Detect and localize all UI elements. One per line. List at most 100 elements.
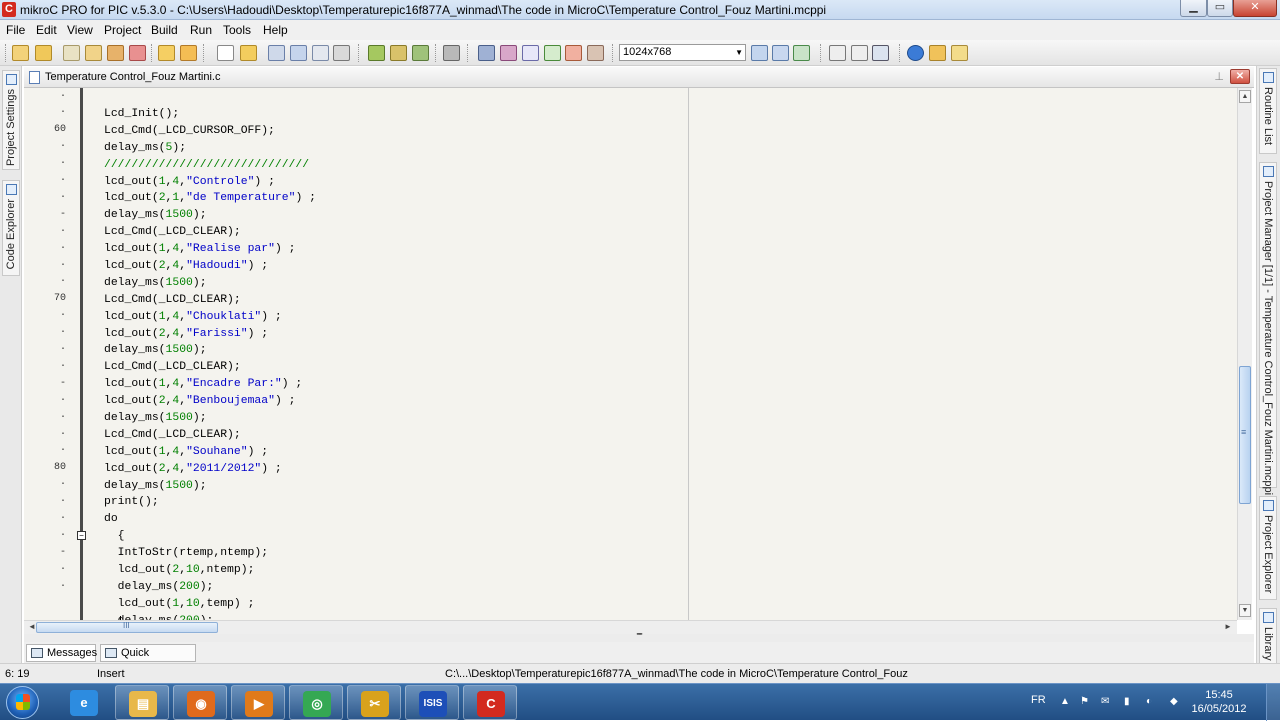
close-document-button[interactable]: ✕	[1230, 69, 1250, 84]
code-line[interactable]: lcd_out(1,4,"Encadre Par:") ;	[104, 376, 316, 393]
action-center-icon[interactable]: ⚑	[1080, 696, 1089, 707]
pin-icon[interactable]: ⊥	[1214, 70, 1224, 83]
taskbar-firefox-button[interactable]: ◉	[173, 685, 227, 720]
new-project-icon[interactable]	[12, 45, 29, 61]
code-line[interactable]: lcd_out(2,4,"Benboujemaa") ;	[104, 393, 316, 410]
document-tab-title[interactable]: Temperature Control_Fouz Martini.c	[45, 71, 220, 83]
help-arrow-icon[interactable]	[544, 45, 561, 61]
show-desktop-button[interactable]	[1266, 684, 1280, 721]
key-icon[interactable]	[929, 45, 946, 61]
code-line[interactable]: delay_ms(1500);	[104, 207, 316, 224]
vertical-scrollbar[interactable]: ▲ ≡ ▼	[1237, 88, 1252, 620]
tab-project-explorer[interactable]: Project Explorer	[1259, 496, 1277, 600]
network-icon[interactable]: ✉	[1101, 696, 1109, 707]
signal-icon[interactable]: ▮	[1124, 696, 1130, 707]
volume-icon[interactable]: ◐	[1146, 696, 1152, 707]
menu-run[interactable]: Run	[190, 23, 212, 37]
close-button[interactable]: ✕	[1233, 0, 1277, 17]
start-button[interactable]	[6, 686, 39, 719]
scroll-down-arrow-icon[interactable]: ▼	[1239, 604, 1251, 617]
tab-routine-list[interactable]: Routine List	[1259, 68, 1277, 154]
menu-file[interactable]: File	[6, 23, 25, 37]
menu-edit[interactable]: Edit	[36, 23, 57, 37]
code-line[interactable]: Lcd_Cmd(_LCD_CLEAR);	[104, 224, 316, 241]
tab-library[interactable]: Library	[1259, 608, 1277, 668]
code-line[interactable]: Lcd_Cmd(_LCD_CLEAR);	[104, 292, 316, 309]
remove-file-icon[interactable]	[180, 45, 197, 61]
language-indicator[interactable]: FR	[1031, 694, 1046, 706]
code-line[interactable]: delay_ms(200);	[104, 579, 316, 596]
add-file-icon[interactable]	[158, 45, 175, 61]
horizontal-scroll-thumb[interactable]: III	[36, 621, 218, 633]
code-line[interactable]: lcd_out(2,10,ntemp);	[104, 562, 316, 579]
code-line[interactable]: delay_ms(1500);	[104, 478, 316, 495]
code-line[interactable]: do	[104, 511, 316, 528]
help-icon[interactable]	[907, 45, 924, 61]
code-line[interactable]: Lcd_Cmd(_LCD_CURSOR_OFF);	[104, 123, 316, 140]
menu-project[interactable]: Project	[104, 23, 141, 37]
code-line[interactable]: lcd_out(2,4,"2011/2012") ;	[104, 461, 316, 478]
code-text[interactable]: Lcd_Init(); Lcd_Cmd(_LCD_CURSOR_OFF); dela…	[104, 106, 316, 620]
build-icon[interactable]	[368, 45, 385, 61]
statistics-icon[interactable]	[872, 45, 889, 61]
clock[interactable]: 15:45 16/05/2012	[1190, 688, 1248, 716]
taskbar-file-explorer-button[interactable]: ▤	[115, 685, 169, 720]
scroll-up-arrow-icon[interactable]: ▲	[1239, 90, 1251, 103]
code-line[interactable]: delay_ms(1500);	[104, 410, 316, 427]
new-file-icon[interactable]	[217, 45, 234, 61]
panel-splitter[interactable]: ''''''''''	[24, 633, 1254, 642]
taskbar-isis-button[interactable]: ISIS	[405, 685, 459, 720]
show-hidden-icons-icon[interactable]: ▲	[1060, 696, 1070, 707]
taskbar-mikroc-button[interactable]: C	[463, 685, 517, 720]
maximize-button[interactable]: ▭	[1207, 0, 1233, 17]
edit-project-icon[interactable]	[85, 45, 102, 61]
italic-text-icon[interactable]	[851, 45, 868, 61]
tab-quick-converter[interactable]: Quick Converter	[100, 644, 196, 675]
title-bar[interactable]: C mikroC PRO for PIC v.5.3.0 - C:\Users\…	[0, 0, 1280, 20]
menu-build[interactable]: Build	[151, 23, 178, 37]
code-line[interactable]: delay_ms(200);	[104, 613, 316, 620]
remove-icon[interactable]	[129, 45, 146, 61]
code-line[interactable]: lcd_out(2,1,"de Temperature") ;	[104, 190, 316, 207]
tab-messages[interactable]: Messages	[26, 644, 97, 662]
format-text-icon[interactable]	[829, 45, 846, 61]
programmer-icon[interactable]	[443, 45, 460, 61]
print-icon[interactable]	[333, 45, 350, 61]
code-line[interactable]: lcd_out(1,4,"Realise par") ;	[104, 241, 316, 258]
fold-toggle-icon[interactable]: −	[77, 531, 86, 540]
tools-icon[interactable]	[565, 45, 582, 61]
options-icon[interactable]	[587, 45, 604, 61]
seven-segment-icon[interactable]	[522, 45, 539, 61]
code-line[interactable]: //////////////////////////////	[104, 157, 316, 174]
open-project-icon[interactable]	[35, 45, 52, 61]
code-line[interactable]: delay_ms(1500);	[104, 342, 316, 359]
code-editor[interactable]: · · 60 · · · · - · · · · 70 · · · · - · · · · 80 · · · · - · · − Lcd_…	[24, 88, 1237, 620]
layout-delete-icon[interactable]	[793, 45, 810, 61]
scroll-right-arrow-icon[interactable]: ►	[1224, 622, 1232, 631]
taskbar-chrome-button[interactable]: ◎	[289, 685, 343, 720]
code-line[interactable]: Lcd_Init();	[104, 106, 316, 123]
chevron-down-icon[interactable]: ▼	[735, 45, 743, 60]
taskbar-media-player-button[interactable]: ▶	[231, 685, 285, 720]
tray-app-icon[interactable]: ◆	[1170, 696, 1178, 707]
code-line[interactable]: print();	[104, 494, 316, 511]
layout-save-icon[interactable]	[772, 45, 789, 61]
save-project-icon[interactable]	[63, 45, 80, 61]
code-line[interactable]: lcd_out(1,4,"Souhane") ;	[104, 444, 316, 461]
layout-icon[interactable]	[751, 45, 768, 61]
save-as-icon[interactable]	[312, 45, 329, 61]
close-project-icon[interactable]	[107, 45, 124, 61]
horizontal-scrollbar[interactable]: ◄ III ►	[24, 620, 1237, 634]
ascii-chart-icon[interactable]	[500, 45, 517, 61]
save-file-icon[interactable]	[268, 45, 285, 61]
open-file-icon[interactable]	[240, 45, 257, 61]
vertical-scroll-thumb[interactable]: ≡	[1239, 366, 1251, 504]
code-line[interactable]: Lcd_Cmd(_LCD_CLEAR);	[104, 359, 316, 376]
code-line[interactable]: delay_ms(5);	[104, 140, 316, 157]
code-line[interactable]: Lcd_Cmd(_LCD_CLEAR);	[104, 427, 316, 444]
code-line[interactable]: lcd_out(1,10,temp) ;	[104, 596, 316, 613]
code-line[interactable]: {	[104, 528, 316, 545]
taskbar-internet-explorer-button[interactable]: e	[57, 685, 111, 720]
code-line[interactable]: IntToStr(rtemp,ntemp);	[104, 545, 316, 562]
about-icon[interactable]	[951, 45, 968, 61]
